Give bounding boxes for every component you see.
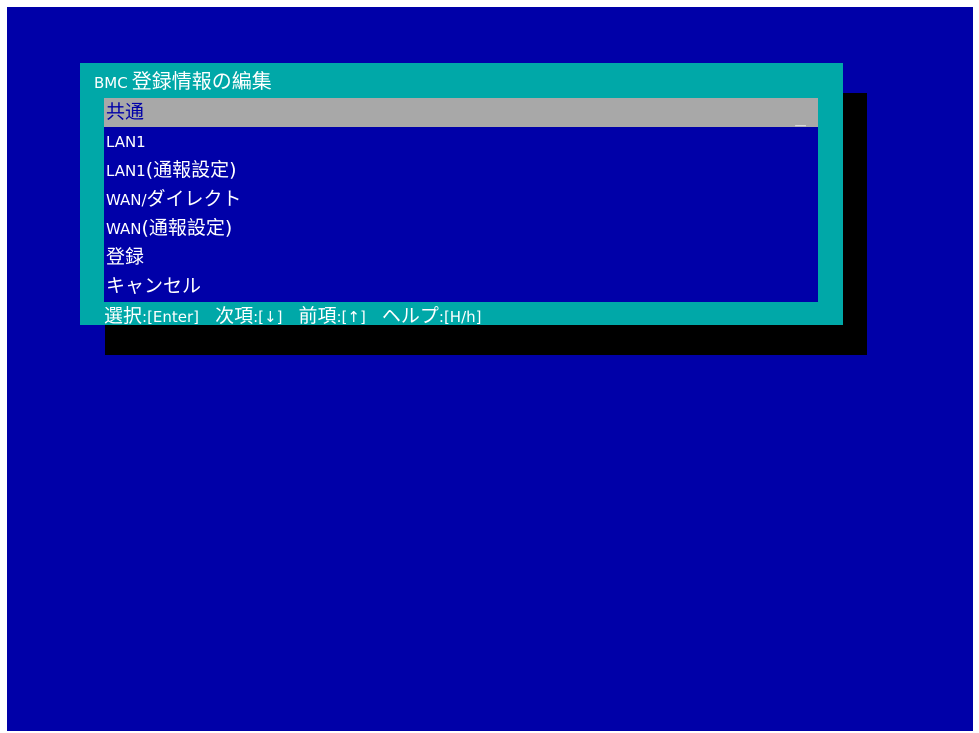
menu-item-label: WAN: [106, 220, 142, 238]
menu-item-wan-direct[interactable]: WAN/ダイレクト: [104, 185, 818, 214]
menu-item-cancel[interactable]: キャンセル: [104, 272, 818, 301]
menu-item-register[interactable]: 登録: [104, 243, 818, 272]
edit-registration-dialog: BMC 登録情報の編集 共通 _ LAN1 LAN1(通報設定) WAN/ダイレク…: [80, 63, 843, 327]
prev-key-hint: 前項:[↑]: [298, 305, 365, 327]
key-help-bar: 選択:[Enter] 次項:[↓] 前項:[↑] ヘルプ:[H/h]: [104, 302, 492, 330]
menu-item-label: キャンセル: [106, 275, 202, 297]
menu-item-label: 登録: [106, 246, 145, 268]
select-key-hint: 選択:[Enter]: [104, 305, 199, 327]
menu-item-label: WAN/: [106, 191, 147, 209]
menu-item-wan-notification[interactable]: WAN(通報設定): [104, 214, 818, 243]
select-key: :[Enter]: [142, 308, 200, 326]
menu-item-label: LAN1: [106, 133, 146, 151]
select-label: 選択: [104, 305, 143, 327]
menu-item-lan1-notification[interactable]: LAN1(通報設定): [104, 156, 818, 185]
menu-item-label: LAN1: [106, 162, 146, 180]
menu-item-suffix: (通報設定): [141, 217, 233, 239]
next-key-hint: 次項:[↓]: [215, 305, 282, 327]
menu-item-suffix: (通報設定): [145, 159, 237, 181]
menu-item-label: 共通: [106, 101, 145, 123]
next-label: 次項: [215, 305, 254, 327]
help-key: :[H/h]: [438, 308, 482, 326]
menu-item-suffix: ダイレクト: [146, 188, 242, 210]
menu-item-common[interactable]: 共通 _: [104, 98, 818, 127]
prev-key: :[↑]: [336, 308, 366, 326]
menu-item-lan1[interactable]: LAN1: [104, 127, 818, 156]
bios-screen: BMC 登録情報の編集 共通 _ LAN1 LAN1(通報設定) WAN/ダイレク…: [7, 7, 973, 731]
help-label: ヘルプ: [381, 305, 439, 327]
next-key: :[↓]: [253, 308, 283, 326]
help-key-hint: ヘルプ:[H/h]: [382, 305, 482, 327]
prev-label: 前項: [298, 305, 337, 327]
menu-list: 共通 _ LAN1 LAN1(通報設定) WAN/ダイレクト WAN(通報設定)…: [104, 98, 818, 302]
dialog-title: BMC 登録情報の編集: [94, 67, 272, 95]
dialog-title-prefix: BMC: [94, 74, 128, 92]
dialog-title-text: 登録情報の編集: [131, 69, 272, 93]
